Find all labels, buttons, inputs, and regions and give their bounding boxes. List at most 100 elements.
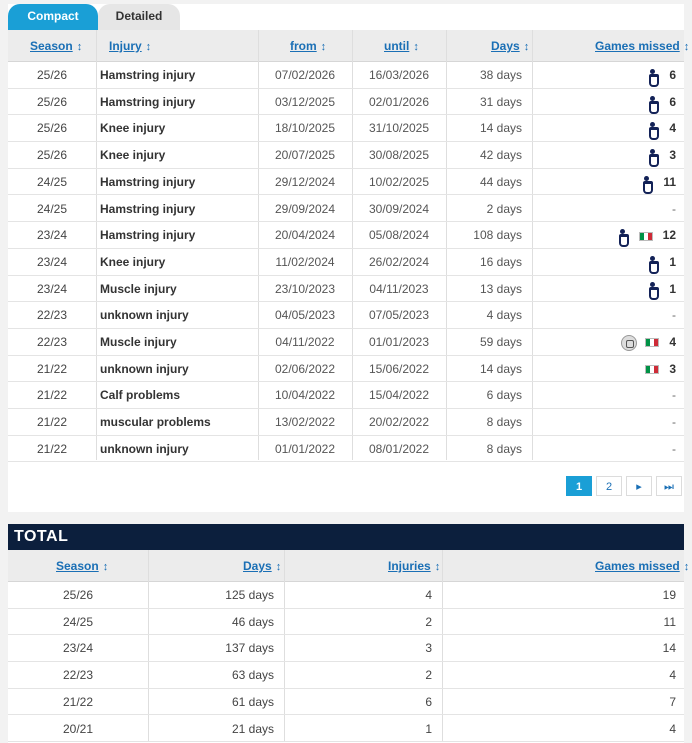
season-cell: 25/26 bbox=[36, 121, 68, 136]
injury-cell: muscular problems bbox=[100, 415, 211, 430]
games-missed-cell: 6 bbox=[538, 62, 676, 88]
table-row: 21/22 Calf problems 10/04/2022 15/04/2022 6 … bbox=[8, 382, 684, 410]
games-missed-value: - bbox=[672, 201, 676, 216]
table-row: 22/23 Muscle injury 04/11/2022 01/01/2023 59… bbox=[8, 329, 684, 356]
games-missed-cell: - bbox=[538, 196, 676, 222]
until-header-label: until bbox=[384, 39, 410, 53]
injury-table-header: Season ↕ Injury ↕ from ↕ until ↕ Days ↕ Games… bbox=[8, 30, 689, 62]
tottenham-crest-icon[interactable] bbox=[641, 175, 654, 194]
days-cell: 38 days bbox=[479, 68, 522, 82]
days-cell: 59 days bbox=[479, 335, 522, 349]
total-days-cell: 63 days bbox=[231, 668, 274, 683]
tottenham-crest-icon[interactable] bbox=[647, 122, 660, 141]
injury-sort-header[interactable]: Injury ↕ bbox=[109, 30, 151, 62]
until-date-cell: 26/02/2024 bbox=[368, 254, 430, 269]
until-date-cell: 20/02/2022 bbox=[368, 415, 430, 430]
total-injuries-sort-header[interactable]: Injuries ↕ bbox=[388, 550, 440, 582]
table-row: 24/25 Hamstring injury 29/09/2024 30/09/202… bbox=[8, 196, 684, 223]
season-cell: 22/23 bbox=[36, 308, 68, 323]
from-sort-header[interactable]: from ↕ bbox=[290, 30, 326, 62]
from-date-cell: 11/02/2024 bbox=[275, 254, 335, 269]
from-date-cell: 02/06/2022 bbox=[274, 361, 336, 376]
sort-icon: ↕ bbox=[434, 561, 441, 573]
total-table-row: 21/22 61 days 6 7 bbox=[8, 689, 684, 716]
injury-cell: Knee injury bbox=[100, 121, 166, 136]
total-games-missed-cell: 19 bbox=[662, 588, 676, 602]
tottenham-crest-icon[interactable] bbox=[647, 148, 660, 167]
next-page-icon[interactable]: ▸ bbox=[626, 476, 652, 496]
page-2-button[interactable]: 2 bbox=[596, 476, 622, 496]
injury-cell: Muscle injury bbox=[100, 335, 177, 349]
udinese-crest-icon[interactable] bbox=[621, 334, 638, 351]
tab-detailed[interactable]: Detailed bbox=[98, 4, 180, 30]
season-cell: 21/22 bbox=[36, 388, 68, 403]
total-injuries-cell: 4 bbox=[425, 588, 432, 602]
tottenham-crest-icon[interactable] bbox=[617, 229, 629, 248]
sort-icon: ↕ bbox=[683, 41, 690, 53]
total-table-row: 24/25 46 days 2 11 bbox=[8, 609, 684, 636]
games-missed-cell: 1 bbox=[538, 249, 676, 275]
total-season-cell: 22/23 bbox=[62, 668, 94, 683]
games-missed-cell: - bbox=[538, 302, 676, 328]
days-sort-header[interactable]: Days ↕ bbox=[491, 30, 529, 62]
from-date-cell: 07/02/2026 bbox=[274, 68, 336, 82]
until-date-cell: 10/02/2025 bbox=[368, 174, 430, 189]
season-header-label: Season bbox=[30, 39, 73, 53]
tottenham-crest-icon[interactable] bbox=[647, 255, 660, 274]
injury-cell: Muscle injury bbox=[100, 281, 177, 296]
tab-compact[interactable]: Compact bbox=[8, 4, 98, 30]
table-row: 25/26 Hamstring injury 07/02/2026 16/03/202… bbox=[8, 62, 684, 89]
total-season-header-label: Season bbox=[56, 559, 99, 573]
season-cell: 21/22 bbox=[36, 361, 68, 376]
tottenham-crest-icon[interactable] bbox=[647, 68, 660, 87]
games-missed-cell: - bbox=[538, 436, 676, 462]
games-missed-value: 6 bbox=[669, 94, 676, 109]
total-injuries-header-label: Injuries bbox=[388, 559, 431, 573]
days-cell: 14 days bbox=[479, 361, 522, 376]
season-sort-header[interactable]: Season ↕ bbox=[30, 30, 82, 62]
injury-cell: unknown injury bbox=[100, 308, 189, 323]
table-row: 25/26 Hamstring injury 03/12/2025 02/01/202… bbox=[8, 89, 684, 116]
from-date-cell: 13/02/2022 bbox=[274, 415, 336, 430]
days-header-label: Days bbox=[491, 39, 520, 53]
season-cell: 24/25 bbox=[36, 201, 68, 216]
games-missed-sort-header[interactable]: Games missed ↕ bbox=[595, 30, 689, 62]
table-row: 23/24 Hamstring injury 20/04/2024 05/08/202… bbox=[8, 222, 684, 249]
injury-cell: Calf problems bbox=[100, 388, 181, 403]
tottenham-crest-icon[interactable] bbox=[647, 95, 660, 114]
tottenham-crest-icon[interactable] bbox=[647, 282, 660, 301]
page-1-button[interactable]: 1 bbox=[566, 476, 592, 496]
total-games-missed-cell: 14 bbox=[662, 641, 676, 656]
season-cell: 23/24 bbox=[36, 281, 68, 296]
until-sort-header[interactable]: until ↕ bbox=[384, 30, 419, 62]
season-cell: 25/26 bbox=[36, 68, 68, 82]
injury-header-label: Injury bbox=[109, 39, 142, 53]
total-days-sort-header[interactable]: Days ↕ bbox=[243, 550, 281, 582]
italy-flag-icon[interactable] bbox=[638, 231, 653, 241]
last-page-icon[interactable]: ⏭ bbox=[656, 476, 682, 496]
games-missed-cell: - bbox=[538, 409, 676, 435]
sort-icon: ↕ bbox=[145, 41, 152, 53]
games-missed-value: 1 bbox=[669, 254, 676, 269]
days-cell: 4 days bbox=[486, 308, 522, 323]
total-days-cell: 125 days bbox=[225, 588, 274, 602]
total-days-cell: 21 days bbox=[231, 721, 274, 736]
injury-cell: Hamstring injury bbox=[100, 68, 196, 82]
days-cell: 8 days bbox=[486, 441, 522, 456]
until-date-cell: 31/10/2025 bbox=[368, 121, 430, 136]
games-missed-cell: 3 bbox=[538, 356, 676, 382]
from-date-cell: 29/09/2024 bbox=[274, 201, 336, 216]
until-date-cell: 08/01/2022 bbox=[368, 441, 430, 456]
games-missed-value: 1 bbox=[669, 281, 676, 296]
until-date-cell: 04/11/2023 bbox=[369, 281, 429, 296]
games-missed-value: 3 bbox=[669, 361, 676, 376]
games-missed-value: 6 bbox=[669, 68, 676, 82]
italy-flag-icon[interactable] bbox=[645, 365, 660, 375]
games-missed-cell: - bbox=[538, 382, 676, 408]
total-injuries-cell: 6 bbox=[425, 694, 432, 709]
italy-flag-icon[interactable] bbox=[645, 338, 660, 348]
total-season-sort-header[interactable]: Season ↕ bbox=[56, 550, 108, 582]
table-row: 21/22 muscular problems 13/02/2022 20/02/20… bbox=[8, 409, 684, 436]
total-games-missed-sort-header[interactable]: Games missed ↕ bbox=[595, 550, 689, 582]
days-cell: 6 days bbox=[486, 388, 522, 403]
